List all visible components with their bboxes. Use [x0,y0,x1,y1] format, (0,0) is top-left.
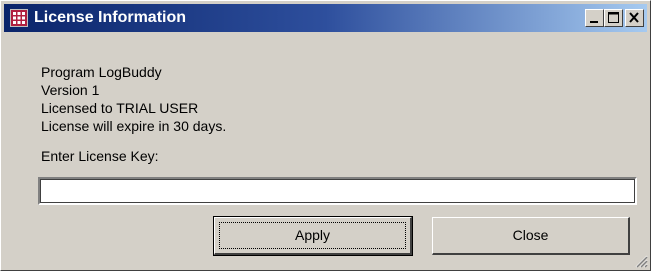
program-name-text: Program LogBuddy [41,64,162,80]
apply-button-label: Apply [294,227,331,243]
window-title: License Information [34,9,187,26]
close-button-label: Close [512,227,549,243]
apply-button[interactable]: Apply [213,216,413,256]
resize-grip-icon[interactable] [634,254,648,268]
title-bar[interactable]: License Information [4,4,647,32]
minimize-icon [590,21,598,23]
close-button[interactable]: Close [432,217,630,255]
close-icon [629,12,639,23]
license-key-label: Enter License Key: [41,148,159,164]
expiry-text: License will expire in 30 days. [41,118,227,134]
version-text: Version 1 [41,82,100,98]
maximize-button[interactable] [604,9,623,27]
license-dialog: License Information Program LogBuddy Ver… [0,0,651,271]
minimize-button[interactable] [585,9,604,27]
app-icon [10,9,28,27]
licensed-to-text: Licensed to TRIAL USER [41,100,199,116]
license-key-input[interactable] [38,177,637,205]
maximize-icon [608,12,619,23]
close-window-button[interactable] [625,9,644,27]
